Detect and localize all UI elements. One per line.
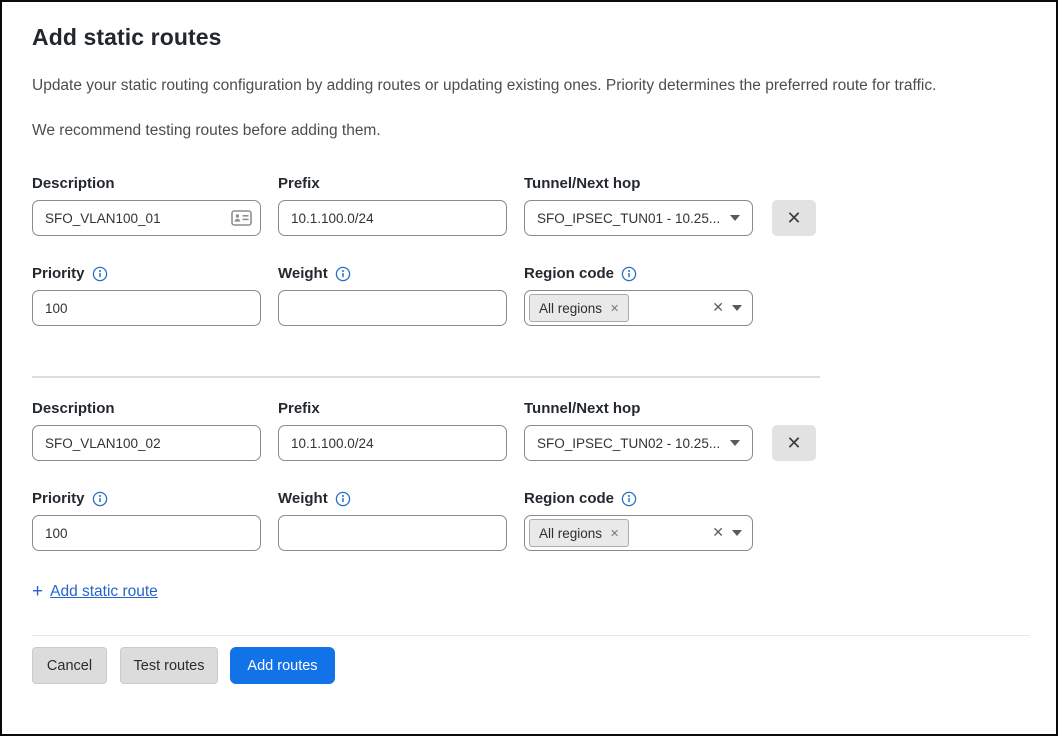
info-icon[interactable]	[92, 266, 108, 282]
description-input[interactable]	[32, 425, 261, 461]
dialog-intro-text: Update your static routing configuration…	[32, 77, 1028, 95]
description-field-1: Description	[32, 175, 261, 236]
prefix-input[interactable]	[278, 425, 507, 461]
test-routes-button[interactable]: Test routes	[120, 647, 218, 684]
description-label: Description	[32, 400, 261, 417]
info-icon[interactable]	[92, 491, 108, 507]
region-label: Region code	[524, 490, 753, 507]
prefix-label: Prefix	[278, 175, 507, 192]
description-label: Description	[32, 175, 261, 192]
remove-route-button[interactable]: ✕	[772, 425, 816, 461]
remove-tag-icon[interactable]: ✕	[610, 527, 619, 540]
chevron-down-icon	[732, 530, 742, 536]
description-field-2: Description	[32, 400, 261, 461]
weight-input[interactable]	[278, 290, 507, 326]
close-icon: ✕	[786, 433, 801, 454]
region-select[interactable]: All regions ✕ ✕	[524, 515, 753, 551]
clear-icon[interactable]: ✕	[712, 300, 724, 316]
region-select[interactable]: All regions ✕ ✕	[524, 290, 753, 326]
region-tag[interactable]: All regions ✕	[529, 519, 629, 547]
priority-field-2: Priority	[32, 490, 261, 551]
remove-route-button[interactable]: ✕	[772, 200, 816, 236]
chevron-down-icon	[730, 215, 740, 221]
weight-input[interactable]	[278, 515, 507, 551]
description-input[interactable]	[32, 200, 261, 236]
prefix-label: Prefix	[278, 400, 507, 417]
priority-input[interactable]	[32, 290, 261, 326]
info-icon[interactable]	[335, 266, 351, 282]
tunnel-select[interactable]: SFO_IPSEC_TUN02 - 10.25...	[524, 425, 753, 461]
tunnel-label: Tunnel/Next hop	[524, 400, 753, 417]
region-field-2: Region code All regions ✕ ✕	[524, 490, 753, 551]
route-group-2: Description Prefix Tunnel/Next hop SFO_I…	[32, 400, 1028, 551]
footer-actions: Cancel Test routes Add routes	[32, 647, 1028, 684]
route-group-1: Description	[32, 175, 1028, 326]
info-icon[interactable]	[621, 266, 637, 282]
dialog-note-text: We recommend testing routes before addin…	[32, 122, 1028, 140]
footer-divider	[32, 635, 1030, 636]
clear-icon[interactable]: ✕	[712, 525, 724, 541]
weight-label: Weight	[278, 265, 507, 282]
priority-label: Priority	[32, 490, 261, 507]
weight-field-2: Weight	[278, 490, 507, 551]
tunnel-select[interactable]: SFO_IPSEC_TUN01 - 10.25...	[524, 200, 753, 236]
plus-icon: +	[32, 582, 43, 601]
add-static-route-link[interactable]: Add static route	[50, 583, 158, 601]
add-static-route-row: + Add static route	[32, 582, 1028, 601]
info-icon[interactable]	[621, 491, 637, 507]
prefix-field-2: Prefix	[278, 400, 507, 461]
priority-label: Priority	[32, 265, 261, 282]
priority-field-1: Priority	[32, 265, 261, 326]
remove-tag-icon[interactable]: ✕	[610, 302, 619, 315]
close-icon: ✕	[786, 208, 801, 229]
route-group-divider	[32, 376, 820, 378]
cancel-button[interactable]: Cancel	[32, 647, 107, 684]
add-routes-button[interactable]: Add routes	[230, 647, 335, 684]
weight-label: Weight	[278, 490, 507, 507]
info-icon[interactable]	[335, 491, 351, 507]
region-field-1: Region code All regions ✕ ✕	[524, 265, 753, 326]
tunnel-label: Tunnel/Next hop	[524, 175, 753, 192]
chevron-down-icon	[732, 305, 742, 311]
region-label: Region code	[524, 265, 753, 282]
region-tag[interactable]: All regions ✕	[529, 294, 629, 322]
weight-field-1: Weight	[278, 265, 507, 326]
tunnel-field-2: Tunnel/Next hop SFO_IPSEC_TUN02 - 10.25.…	[524, 400, 753, 461]
chevron-down-icon	[730, 440, 740, 446]
page-title: Add static routes	[32, 24, 1028, 51]
tunnel-field-1: Tunnel/Next hop SFO_IPSEC_TUN01 - 10.25.…	[524, 175, 753, 236]
priority-input[interactable]	[32, 515, 261, 551]
prefix-input[interactable]	[278, 200, 507, 236]
add-static-routes-dialog: Add static routes Update your static rou…	[0, 0, 1058, 736]
prefix-field-1: Prefix	[278, 175, 507, 236]
